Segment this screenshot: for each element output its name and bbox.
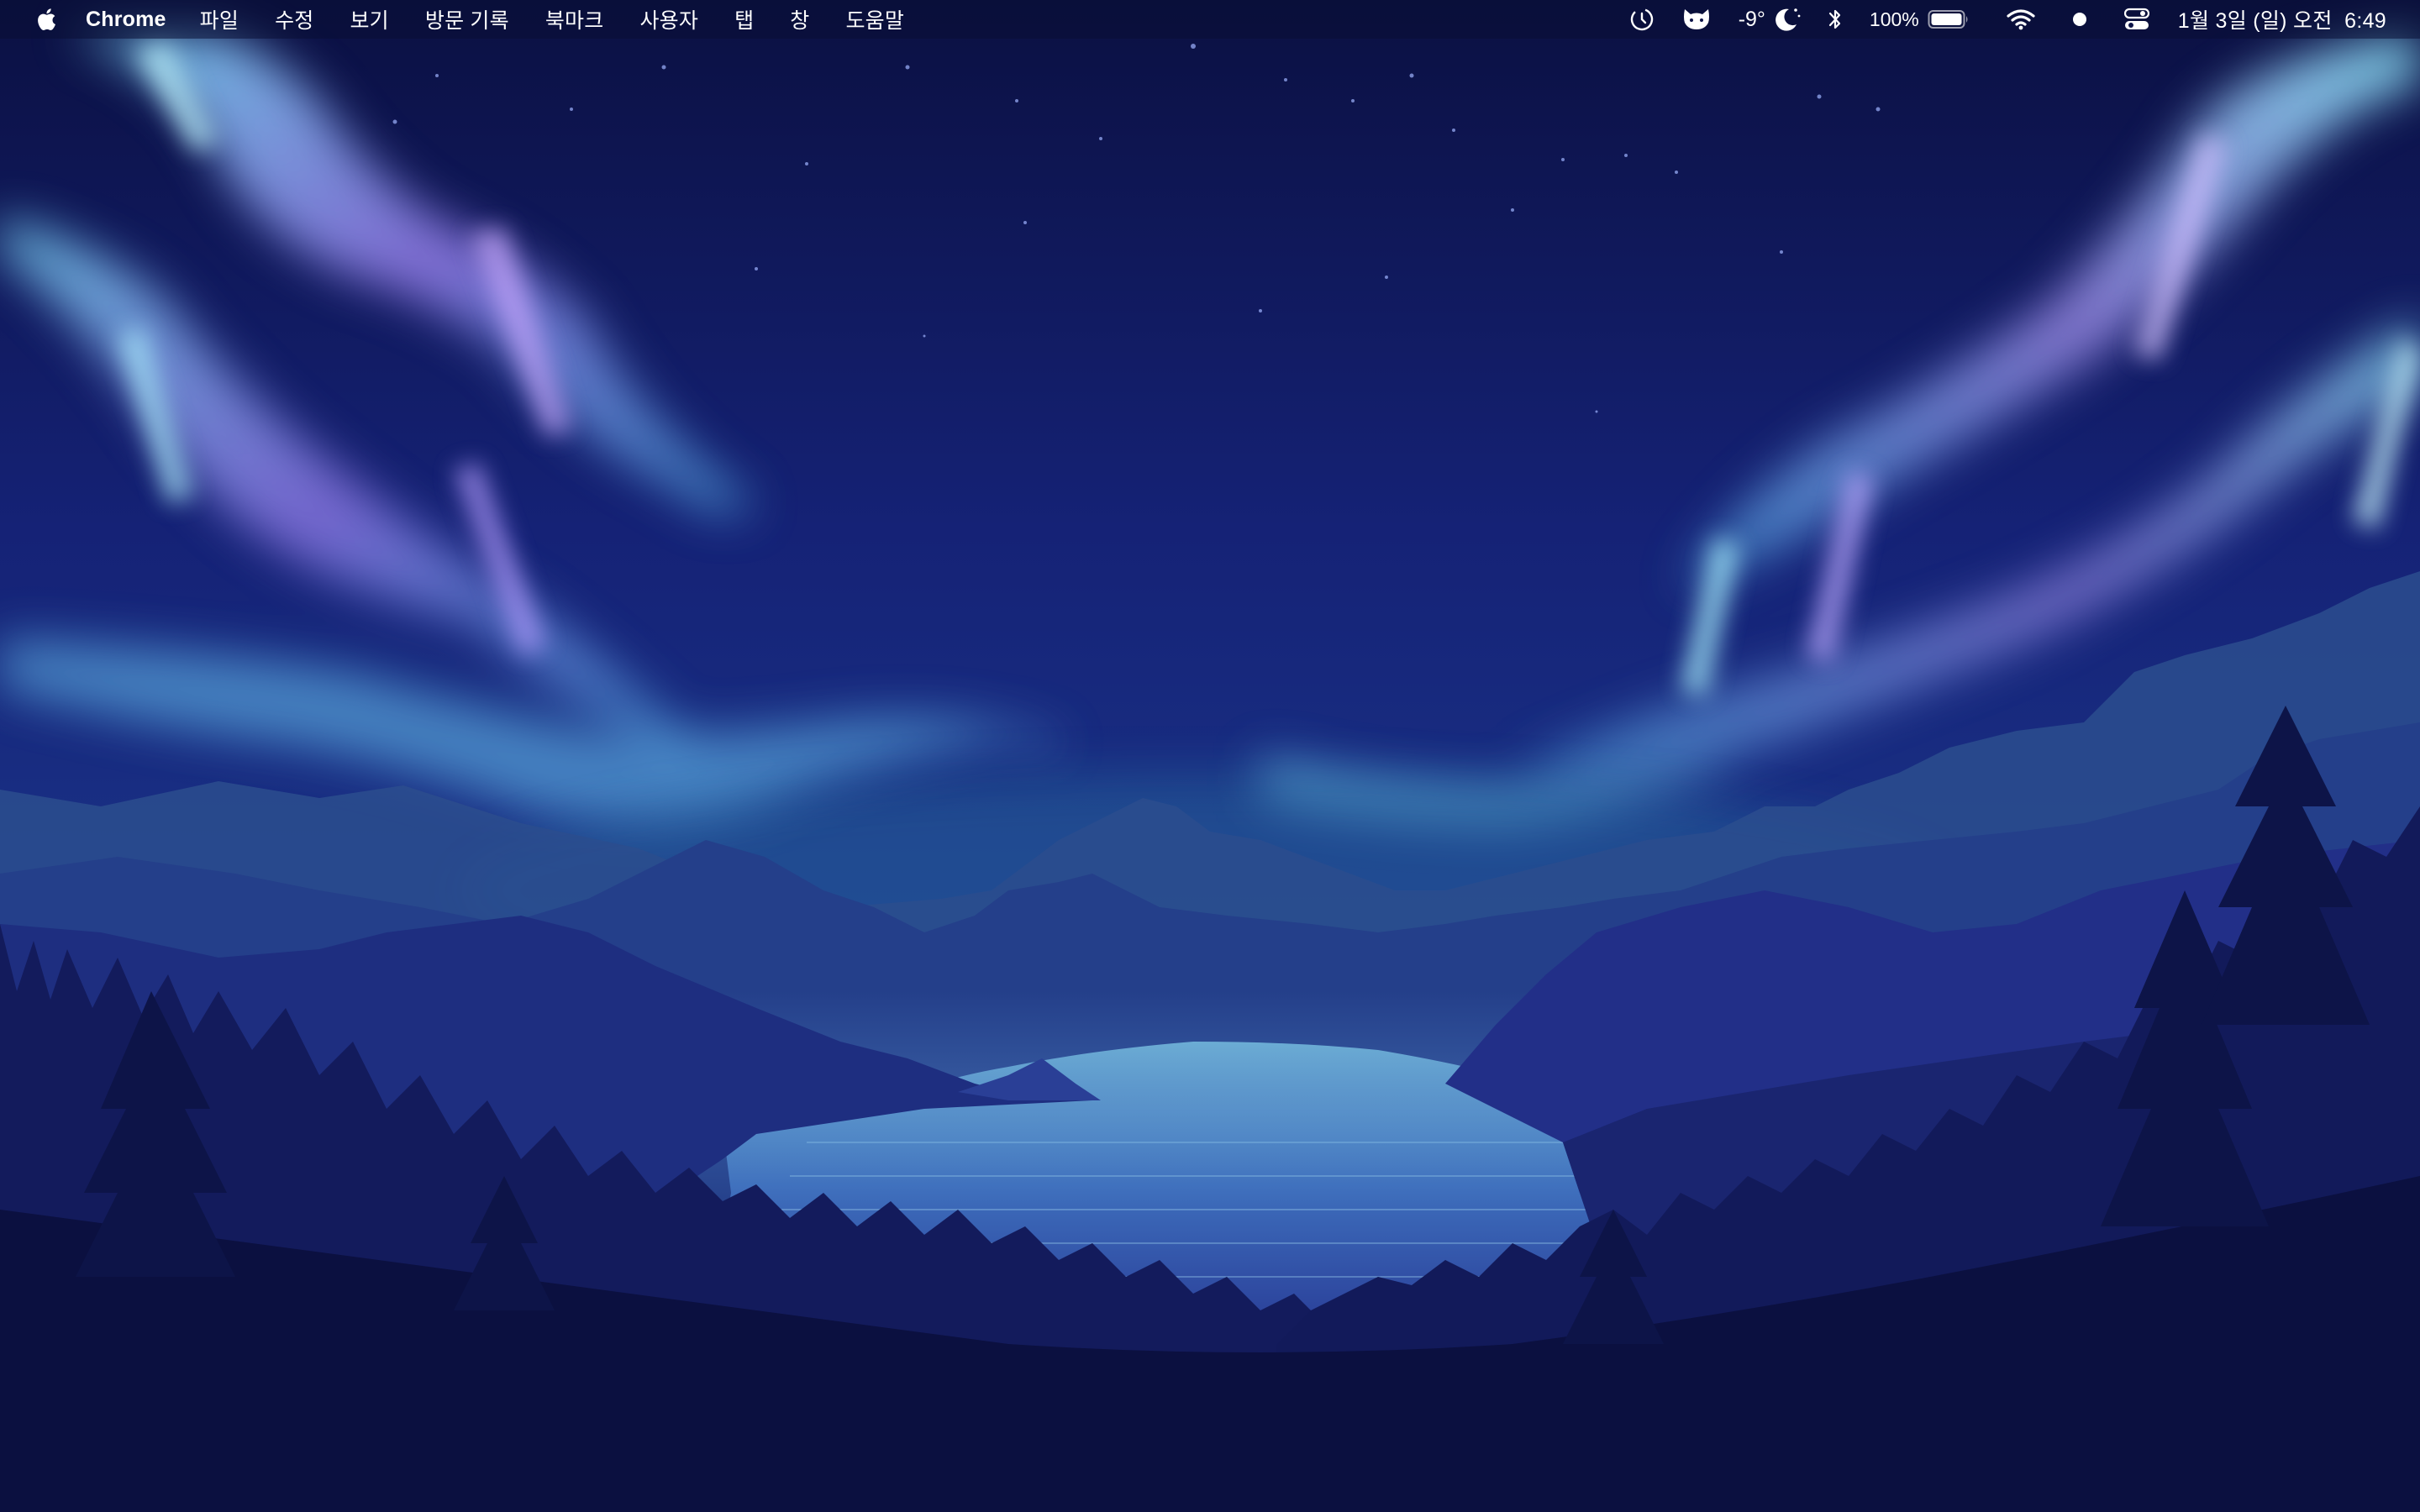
battery-percent: 100% bbox=[1869, 8, 1919, 30]
screen-time-icon[interactable] bbox=[1629, 7, 1655, 32]
desktop-wallpaper bbox=[0, 0, 2420, 1512]
battery-icon bbox=[1928, 9, 1970, 29]
menu-window[interactable]: 창 bbox=[790, 4, 809, 34]
wifi-icon[interactable] bbox=[2007, 8, 2035, 30]
menu-app-name[interactable]: Chrome bbox=[86, 8, 166, 32]
menu-tab[interactable]: 탭 bbox=[734, 4, 754, 34]
menu-help[interactable]: 도움말 bbox=[845, 4, 904, 34]
menu-edit[interactable]: 수정 bbox=[275, 4, 313, 34]
weather-status[interactable]: -9° bbox=[1739, 5, 1801, 34]
menu-bookmarks[interactable]: 북마크 bbox=[545, 4, 604, 34]
menu-view[interactable]: 보기 bbox=[350, 4, 388, 34]
menu-bar-left: Chrome 파일 수정 보기 방문 기록 북마크 사용자 탭 창 도움말 bbox=[0, 0, 940, 39]
menu-history[interactable]: 방문 기록 bbox=[425, 4, 509, 34]
menu-bar-status: -9° 100% 1월 3일 (일) 오전 6:49 bbox=[1604, 0, 2420, 39]
menu-people[interactable]: 사용자 bbox=[639, 4, 698, 34]
bluetooth-icon[interactable] bbox=[1826, 7, 1844, 32]
battery-status[interactable]: 100% bbox=[1870, 8, 1970, 31]
menu-bar: Chrome 파일 수정 보기 방문 기록 북마크 사용자 탭 창 도움말 -9… bbox=[0, 0, 2420, 39]
control-center-icon[interactable] bbox=[2123, 8, 2149, 31]
menu-file[interactable]: 파일 bbox=[200, 4, 239, 34]
moon-icon bbox=[1770, 5, 1801, 34]
record-dot-icon[interactable] bbox=[2072, 12, 2087, 27]
menu-bar-clock[interactable]: 1월 3일 (일) 오전 6:49 bbox=[2178, 4, 2386, 34]
desktop: Chrome 파일 수정 보기 방문 기록 북마크 사용자 탭 창 도움말 -9… bbox=[0, 0, 2420, 1512]
cat-icon[interactable] bbox=[1680, 6, 1713, 33]
apple-icon[interactable] bbox=[34, 4, 60, 34]
weather-temp: -9° bbox=[1738, 7, 1765, 31]
